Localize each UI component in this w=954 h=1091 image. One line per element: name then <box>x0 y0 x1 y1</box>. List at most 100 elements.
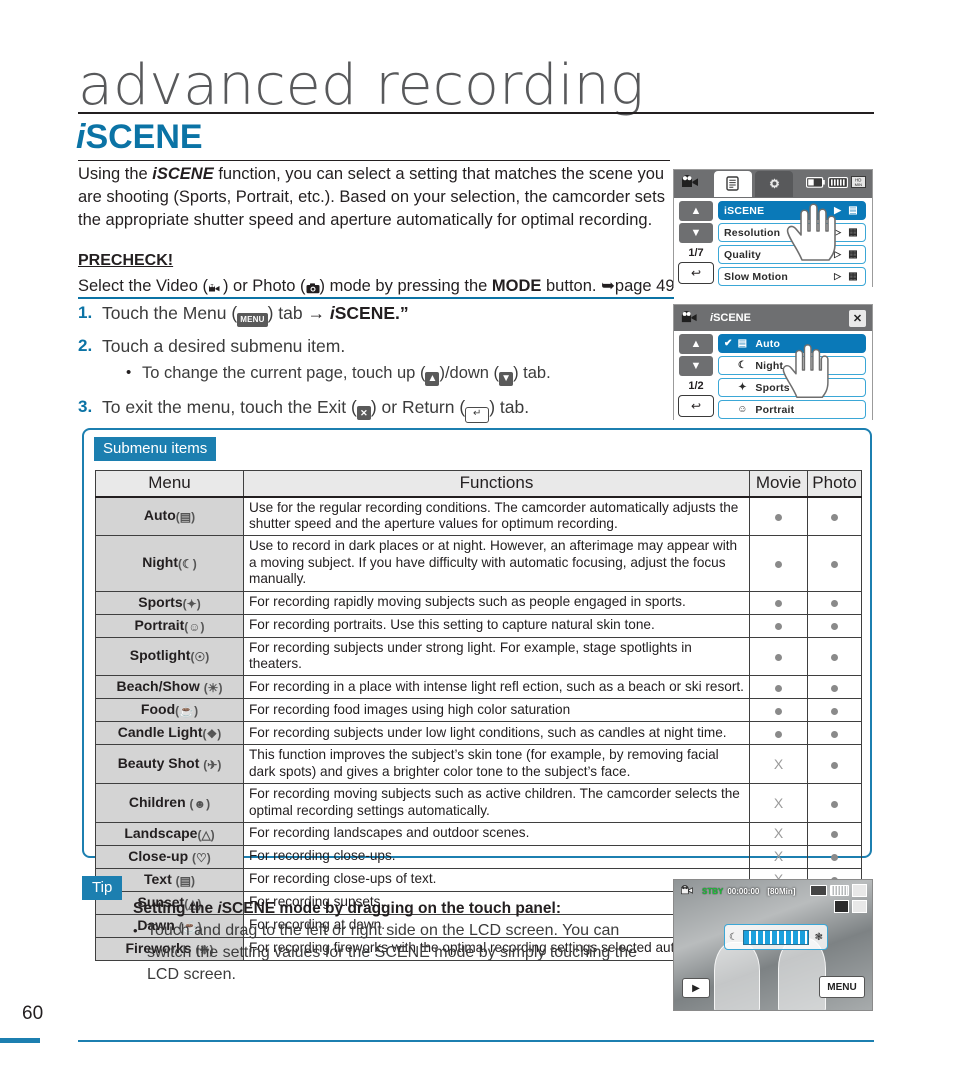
storage-bars-icon <box>828 175 848 193</box>
photo-support-cell <box>807 495 862 537</box>
camera-icon <box>306 282 320 297</box>
step-1-text: Touch the Menu (MENU) tab → iSCENE.” <box>102 300 409 327</box>
table-row: Beauty Shot (✈) This function improves th… <box>95 744 862 785</box>
menu-cell: Beach/Show (☀) <box>95 675 244 700</box>
function-cell: For recording landscapes and outdoor sce… <box>243 821 750 846</box>
sports-icon: ✦ <box>738 382 747 393</box>
tip-heading-1: Setting the <box>133 900 218 917</box>
menu-cell: Night(☾) <box>95 535 244 592</box>
tab-settings[interactable] <box>755 171 793 197</box>
chevron-right-icon: ▷ <box>834 227 841 237</box>
submenu-items-tag: Submenu items <box>94 437 217 461</box>
menu-cell-label: Beach/Show <box>116 678 204 695</box>
table-row: Candle Light(❖) For recording subjects un… <box>95 721 862 746</box>
step-3-post: ) tab. <box>489 397 530 417</box>
photo-support-cell <box>807 613 862 638</box>
lcd-scene-mockup: iSCENE ✕ ▲ ▼ 1/2 ↩ ✔▤Auto ✔☾Night ✔✦Spor… <box>673 304 873 421</box>
scroll-up-button[interactable]: ▲ <box>679 201 713 221</box>
substep-pre: To change the current page, touch up ( <box>142 364 426 382</box>
movie-support-cell <box>749 636 808 677</box>
photo-support-cell <box>807 535 862 592</box>
page-title-rest: SCENE <box>85 118 203 156</box>
tip-heading-2: SCENE mode by dragging on the touch pane… <box>221 900 561 917</box>
menu-tab-icon: MENU <box>237 313 268 327</box>
intro-text-1: Using the <box>78 165 153 183</box>
auto-icon: ▤ <box>737 338 748 349</box>
tip-bullet-text: Touch and drag to the left or right side… <box>147 922 638 983</box>
step-2-substep-text: To change the current page, touch up (▲)… <box>142 360 551 386</box>
moon-icon: ☾ <box>729 931 738 943</box>
scene-row-sports-label: Sports <box>755 381 790 394</box>
lcd-scene-nav: ▲ ▼ 1/2 ↩ <box>674 331 718 421</box>
lcd-menu-topbar: HD MIN <box>674 170 872 198</box>
quality-icon: ▦ <box>848 249 858 260</box>
close-icon: ✕ <box>356 406 371 420</box>
auto-icon: (▤) <box>175 510 196 525</box>
chevron-right-icon: ▷ <box>834 249 841 259</box>
step-1-pre: Touch the Menu ( <box>102 303 238 323</box>
scene-row-auto[interactable]: ✔ ▤ Auto <box>718 334 866 353</box>
menu-cell-label: Children <box>128 794 190 811</box>
menu-cell-label: Portrait <box>134 616 185 633</box>
movie-support-cell <box>749 613 808 638</box>
photo-support-cell <box>807 636 862 677</box>
up-arrow-icon: ▲ <box>425 372 440 386</box>
precheck-text-3: ) mode by pressing the <box>319 277 492 295</box>
chapter-title: advanced recording <box>78 53 645 118</box>
return-button[interactable]: ↩ <box>678 262 714 284</box>
scroll-down-button[interactable]: ▼ <box>679 356 713 376</box>
substep-post: ) tab. <box>513 364 551 382</box>
precheck-label: PRECHECK! <box>78 252 174 269</box>
scroll-down-button[interactable]: ▼ <box>679 223 713 243</box>
menu-row-quality[interactable]: Quality ▷ ▦ <box>718 245 866 264</box>
scene-slider[interactable]: ☾ ❃ <box>724 924 828 950</box>
col-header-movie: Movie <box>749 470 808 498</box>
footer-accent-block <box>0 1038 40 1043</box>
lcd-scene-rows: ✔▤Auto ✔☾Night ✔✦Sports ✔☺Portrait <box>718 331 872 421</box>
chevron-right-icon: ▶ <box>834 205 841 215</box>
menu-cell: Auto(▤) <box>95 495 244 537</box>
lcd-menu-nav: ▲ ▼ 1/7 ↩ <box>674 198 718 288</box>
photo-support-cell <box>807 590 862 615</box>
finger-overlay-left <box>714 942 760 1010</box>
menu-cell-label: Night <box>142 554 178 571</box>
moon-icon: ☾ <box>737 360 747 371</box>
page-ref-arrow: ➥ <box>601 277 615 295</box>
step-1-mid: ) tab <box>267 303 308 323</box>
table-row: Food(☕) For recording food images using h… <box>95 698 862 723</box>
menu-row-iscene[interactable]: iSCENE ▶ ▤ <box>718 201 866 220</box>
lcd-status-icons: HD MIN <box>806 175 866 193</box>
menu-row-slow-motion[interactable]: Slow Motion ▷ ▦ <box>718 267 866 286</box>
text-icon: (▤) <box>175 873 195 888</box>
col-header-functions: Functions <box>243 470 750 498</box>
video-camera-icon <box>208 282 223 297</box>
slow-motion-icon: ▦ <box>848 271 858 282</box>
menu-cell-label: Landscape <box>124 824 198 841</box>
table-row: Beach/Show (☀) For recording in a place w… <box>95 675 862 700</box>
photo-support-cell <box>807 744 862 785</box>
playback-button[interactable]: ▶ <box>682 978 710 998</box>
col-header-photo: Photo <box>807 470 862 498</box>
scene-row-night[interactable]: ✔☾Night <box>718 356 866 375</box>
menu-button[interactable]: MENU <box>819 976 865 998</box>
menu-row-iscene-label: iSCENE <box>724 204 765 217</box>
lcd-preview-mockup: STBY 00:00:00 [80Min] ☾ ❃ ▶ MENU <box>673 879 873 1011</box>
menu-cell-label: Candle Light <box>117 724 203 741</box>
scene-row-sports[interactable]: ✔✦Sports <box>718 378 866 397</box>
video-mode-icon <box>680 884 698 898</box>
menu-row-resolution[interactable]: Resolution ▷ ▦ <box>718 223 866 242</box>
table-row: Close-up (♡) For recording close-ups. X <box>95 844 862 869</box>
table-row: Sports(✦) For recording rapidly moving su… <box>95 590 862 615</box>
table-row: Portrait(☺) For recording portraits. Use … <box>95 613 862 638</box>
col-header-menu: Menu <box>95 470 244 498</box>
scene-icon: ▤ <box>848 205 858 216</box>
function-cell: For recording portraits. Use this settin… <box>243 613 750 638</box>
scene-row-portrait[interactable]: ✔☺Portrait <box>718 400 866 419</box>
scene-slider-gauge[interactable] <box>743 929 810 945</box>
moon-icon: (☾) <box>178 557 197 572</box>
scroll-up-button[interactable]: ▲ <box>679 334 713 354</box>
lcd-menu-mockup: HD MIN ▲ ▼ 1/7 ↩ iSCENE ▶ ▤ Resolution ▷ ▦ Qu… <box>673 169 873 288</box>
tab-menu[interactable] <box>714 171 752 197</box>
return-button[interactable]: ↩ <box>678 395 714 417</box>
close-button[interactable]: ✕ <box>849 309 866 327</box>
